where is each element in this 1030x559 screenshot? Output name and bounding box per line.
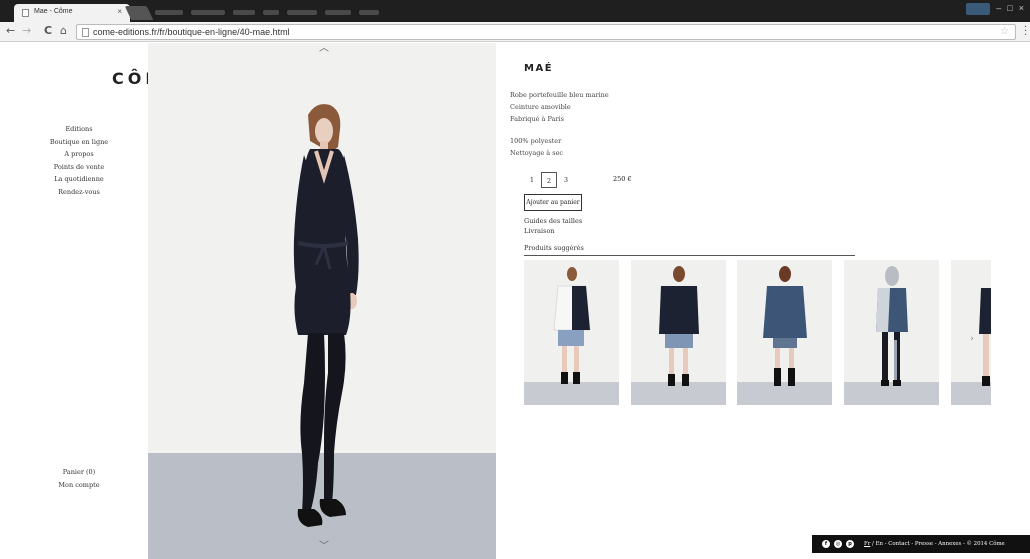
bookmark-star-icon[interactable]: ☆ <box>1000 26 1009 37</box>
product-price: 250 € <box>613 175 632 183</box>
suggested-products-title: Produits suggérés <box>524 244 855 256</box>
model-thumbnail <box>763 266 807 386</box>
product-description: Robe portefeuille bleu marine Ceinture a… <box>510 89 609 126</box>
footer-links: Fr / En - Contact - Presse - Annexes - ©… <box>864 541 1005 547</box>
facebook-icon[interactable]: f <box>822 540 830 548</box>
forward-arrow-icon[interactable]: → <box>22 24 31 37</box>
scroll-down-arrow-icon[interactable]: ﹀ <box>319 537 333 552</box>
scroll-up-arrow-icon[interactable]: ︿ <box>319 43 333 54</box>
lang-en-link[interactable]: En <box>876 541 883 547</box>
nav-apropos[interactable]: A propos <box>20 148 138 161</box>
product-title: MAÉ <box>524 63 554 74</box>
account-links: Panier (0) Mon compte <box>20 466 138 492</box>
close-window-icon[interactable]: × <box>1019 3 1024 15</box>
model-illustration <box>293 104 359 527</box>
description-line: Fabriqué à Paris <box>510 115 564 124</box>
size-guide-link[interactable]: Guides des tailles <box>524 216 582 226</box>
page-icon <box>82 28 89 37</box>
browser-menu-icon[interactable]: · · · <box>1024 23 1028 41</box>
nav-rendez-vous[interactable]: Rendez-vous <box>20 186 138 199</box>
nav-points-de-vente[interactable]: Points de vente <box>20 161 138 174</box>
suggested-product-thumb[interactable] <box>631 260 726 405</box>
size-option-2[interactable]: 2 <box>541 172 557 188</box>
url-text: come-editions.fr/fr/boutique-en-ligne/40… <box>93 27 290 37</box>
model-thumbnail <box>553 267 591 384</box>
delivery-link[interactable]: Livraison <box>524 226 582 236</box>
home-icon[interactable]: ⌂ <box>60 24 67 37</box>
window-titlebar: Mae - Côme × – □ × <box>0 0 1030 22</box>
basket-link[interactable]: Panier (0) <box>20 466 138 479</box>
window-controls: – □ × <box>966 3 1024 15</box>
page-viewport: CÔME Editions Boutique en ligne A propos… <box>0 43 1030 559</box>
instagram-icon[interactable]: ◎ <box>834 540 842 548</box>
footer-nav-text[interactable]: - Contact - Presse - Annexes - © 2014 Cô… <box>883 541 1005 547</box>
size-option-3[interactable]: 3 <box>558 172 574 188</box>
size-option-1[interactable]: 1 <box>524 172 540 188</box>
add-to-cart-button[interactable]: Ajouter au panier <box>524 194 582 211</box>
nav-boutique[interactable]: Boutique en ligne <box>20 136 138 149</box>
size-selector: 1 2 3 <box>524 172 575 188</box>
pinterest-icon[interactable]: p <box>846 540 854 548</box>
suggested-product-thumb[interactable] <box>844 260 939 405</box>
minimize-icon[interactable]: – <box>996 3 1001 15</box>
model-thumbnail <box>659 266 699 386</box>
maximize-icon[interactable]: □ <box>1007 3 1012 15</box>
info-links: Guides des tailles Livraison <box>524 216 582 236</box>
blurred-bookmarks <box>155 10 379 16</box>
product-photo: ︿ ﹀ <box>148 43 496 559</box>
browser-tab-active[interactable]: Mae - Côme × <box>14 4 130 22</box>
account-link[interactable]: Mon compte <box>20 479 138 492</box>
tab-close-icon[interactable]: × <box>117 7 122 16</box>
reload-icon[interactable]: C <box>44 24 52 37</box>
description-line: Robe portefeuille bleu marine <box>510 91 609 99</box>
care-line: Nettoyage à sec <box>510 149 564 158</box>
suggested-product-thumb[interactable] <box>737 260 832 405</box>
tab-title: Mae - Côme <box>34 8 73 15</box>
back-arrow-icon[interactable]: ← <box>6 24 15 37</box>
suggested-product-thumb[interactable] <box>524 260 619 405</box>
profile-icon[interactable] <box>966 3 991 15</box>
nav-editions[interactable]: Editions <box>20 123 138 136</box>
model-thumbnail <box>876 266 908 386</box>
browser-toolbar: ← → C ⌂ come-editions.fr/fr/boutique-en-… <box>0 22 1030 42</box>
nav-quotidienne[interactable]: La quotidienne <box>20 173 138 186</box>
main-nav: Editions Boutique en ligne A propos Poin… <box>20 123 138 199</box>
site-footer: f ◎ p Fr / En - Contact - Presse - Annex… <box>812 535 1030 553</box>
address-bar[interactable]: come-editions.fr/fr/boutique-en-ligne/40… <box>76 24 1016 40</box>
description-line: Ceinture amovible <box>510 103 571 112</box>
page-favicon-icon <box>22 9 29 17</box>
product-care: 100% polyester Nettoyage à sec <box>510 135 563 159</box>
carousel-next-icon[interactable]: › <box>966 333 978 345</box>
care-line: 100% polyester <box>510 137 562 145</box>
